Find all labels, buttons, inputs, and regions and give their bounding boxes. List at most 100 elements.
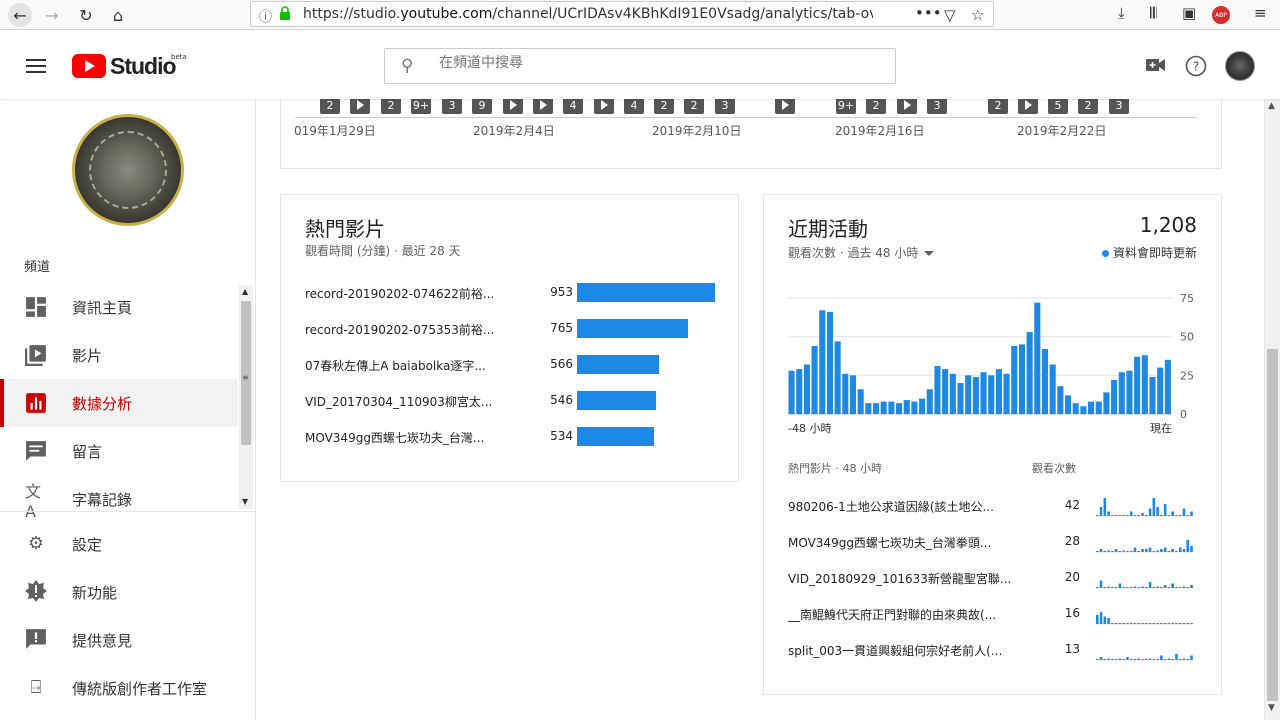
- scroll-up-icon[interactable]: ▲: [1268, 101, 1275, 111]
- chart-bar[interactable]: [1018, 344, 1025, 414]
- timeline-count-badge[interactable]: 2: [1078, 99, 1098, 114]
- home-icon[interactable]: ⌂: [106, 3, 130, 27]
- chart-bar[interactable]: [1126, 370, 1133, 414]
- account-avatar[interactable]: [1225, 51, 1255, 81]
- chart-bar[interactable]: [1095, 401, 1102, 414]
- chart-bar[interactable]: [842, 373, 849, 414]
- sidebar-item-videos[interactable]: 影片: [0, 331, 238, 379]
- chart-bar[interactable]: [788, 370, 795, 414]
- chart-bar[interactable]: [796, 369, 803, 414]
- youtube-studio-logo[interactable]: Studio beta: [72, 53, 187, 79]
- back-icon[interactable]: ←: [8, 3, 32, 27]
- timeline-video-badge[interactable]: [897, 99, 917, 114]
- chart-bar[interactable]: [865, 403, 872, 414]
- timeline-count-badge[interactable]: 2: [381, 99, 401, 114]
- library-icon[interactable]: 𝄃𝄃: [1150, 4, 1157, 22]
- page-scrollbar-thumb[interactable]: [1267, 349, 1278, 701]
- timeline-count-badge[interactable]: 9+: [836, 99, 856, 114]
- info-icon[interactable]: ⓘ: [259, 6, 272, 25]
- timeline-video-badge[interactable]: [533, 99, 553, 114]
- top-video-row[interactable]: record-20190202-075353前裕... 765: [305, 317, 725, 341]
- sidebar-item-subtitles[interactable]: 文A 字幕記錄: [0, 475, 238, 523]
- download-icon[interactable]: ⤓: [1118, 4, 1125, 22]
- timeline-count-badge[interactable]: 5: [1048, 99, 1068, 114]
- chart-bar[interactable]: [1003, 373, 1010, 414]
- timeline-count-badge[interactable]: 4: [563, 99, 583, 114]
- chart-bar[interactable]: [995, 369, 1002, 414]
- timeline-count-badge[interactable]: 2: [654, 99, 674, 114]
- recent-video-row[interactable]: VID_20180929_101633新營龍聖宮聯... 20: [788, 564, 1200, 592]
- sidebar-item-comments[interactable]: 留言: [0, 427, 238, 475]
- top-video-row[interactable]: 07春秋左傳上A baiabolka逐字... 566: [305, 353, 725, 377]
- chart-bar[interactable]: [988, 375, 995, 414]
- chart-bar[interactable]: [911, 401, 918, 414]
- chart-bar[interactable]: [1041, 349, 1049, 414]
- sidebar-item-settings[interactable]: ⚙ 設定: [0, 520, 256, 568]
- bookmark-star-icon[interactable]: ☆: [971, 6, 984, 24]
- sidebar-scrollbar[interactable]: ▲ ≡ ▼: [239, 285, 253, 509]
- chart-bar[interactable]: [819, 310, 826, 414]
- top-video-row[interactable]: record-20190202-074622前裕... 953: [305, 281, 725, 305]
- chart-bar[interactable]: [972, 376, 979, 414]
- sidebar-item-analytics[interactable]: 數據分析: [0, 379, 238, 427]
- recent-views-chart[interactable]: 75 50 25 0 -48 小時 現在: [784, 290, 1204, 440]
- timeline-count-badge[interactable]: 3: [715, 99, 735, 114]
- timeline-count-badge[interactable]: 4: [624, 99, 644, 114]
- chart-bar[interactable]: [888, 401, 895, 414]
- chart-bar[interactable]: [849, 375, 857, 414]
- timeline-count-badge[interactable]: 3: [1109, 99, 1129, 114]
- chart-bar[interactable]: [1149, 376, 1156, 414]
- chart-bar[interactable]: [965, 375, 972, 414]
- chart-bar[interactable]: [1049, 364, 1056, 414]
- timeline-count-badge[interactable]: 9+: [411, 99, 431, 114]
- chart-bar[interactable]: [1111, 379, 1118, 414]
- timeline-count-badge[interactable]: 2: [988, 99, 1008, 114]
- timeline-count-badge[interactable]: 9: [472, 99, 492, 114]
- chart-bar[interactable]: [834, 341, 841, 414]
- channel-avatar[interactable]: [72, 114, 184, 226]
- timeline-count-badge[interactable]: 3: [442, 99, 462, 114]
- chart-bar[interactable]: [1164, 359, 1171, 414]
- chart-bar[interactable]: [1034, 302, 1041, 414]
- chart-bar[interactable]: [880, 401, 887, 414]
- chart-bar[interactable]: [980, 372, 987, 414]
- chart-bar[interactable]: [1080, 406, 1087, 414]
- chart-bar[interactable]: [896, 403, 903, 414]
- chart-bar[interactable]: [1118, 372, 1125, 414]
- page-scrollbar[interactable]: ▲ ▼: [1264, 99, 1280, 720]
- page-actions-icon[interactable]: •••: [915, 4, 942, 22]
- help-icon[interactable]: ?: [1185, 55, 1207, 77]
- timeline-video-badge[interactable]: [503, 99, 523, 114]
- top-video-row[interactable]: MOV349gg西螺七崁功夫_台灣... 534: [305, 425, 725, 449]
- chart-bar[interactable]: [1026, 332, 1033, 414]
- chart-bar[interactable]: [1072, 403, 1079, 414]
- sidebar-item-whats-new[interactable]: 新功能: [0, 568, 256, 616]
- chart-bar[interactable]: [811, 345, 818, 414]
- sidebar-item-feedback[interactable]: 提供意見: [0, 616, 256, 664]
- chart-bar[interactable]: [934, 366, 941, 414]
- sidebar-toggle-icon[interactable]: ▣: [1182, 4, 1196, 22]
- timeline-count-badge[interactable]: 2: [684, 99, 704, 114]
- menu-icon[interactable]: ≡: [1254, 4, 1267, 22]
- chart-bar[interactable]: [1088, 401, 1095, 414]
- recent-video-row[interactable]: 980206-1土地公求道因緣(該土地公... 42: [788, 492, 1200, 520]
- timeline-video-badge[interactable]: [350, 99, 370, 114]
- chart-bar[interactable]: [919, 398, 926, 414]
- chart-bar[interactable]: [872, 403, 880, 414]
- timeline-count-badge[interactable]: 3: [927, 99, 947, 114]
- chart-bar[interactable]: [826, 311, 833, 414]
- chart-bar[interactable]: [1157, 367, 1164, 414]
- recent-video-row[interactable]: split_003一貫道興毅組何宗好老前人(... 13: [788, 636, 1200, 664]
- sidebar-item-dashboard[interactable]: 資訊主頁: [0, 283, 238, 331]
- chart-bar[interactable]: [1064, 395, 1072, 414]
- chart-bar[interactable]: [903, 400, 910, 414]
- timeline-count-badge[interactable]: 2: [320, 99, 340, 114]
- chart-bar[interactable]: [857, 389, 864, 414]
- chart-bar[interactable]: [1057, 386, 1064, 414]
- chart-bar[interactable]: [1141, 355, 1148, 414]
- reload-icon[interactable]: ↻: [74, 3, 98, 27]
- search-input[interactable]: [439, 55, 859, 71]
- chart-bar[interactable]: [942, 369, 949, 414]
- timeline-video-badge[interactable]: [1018, 99, 1038, 114]
- recent-video-row[interactable]: MOV349gg西螺七崁功夫_台灣拳頭... 28: [788, 528, 1200, 556]
